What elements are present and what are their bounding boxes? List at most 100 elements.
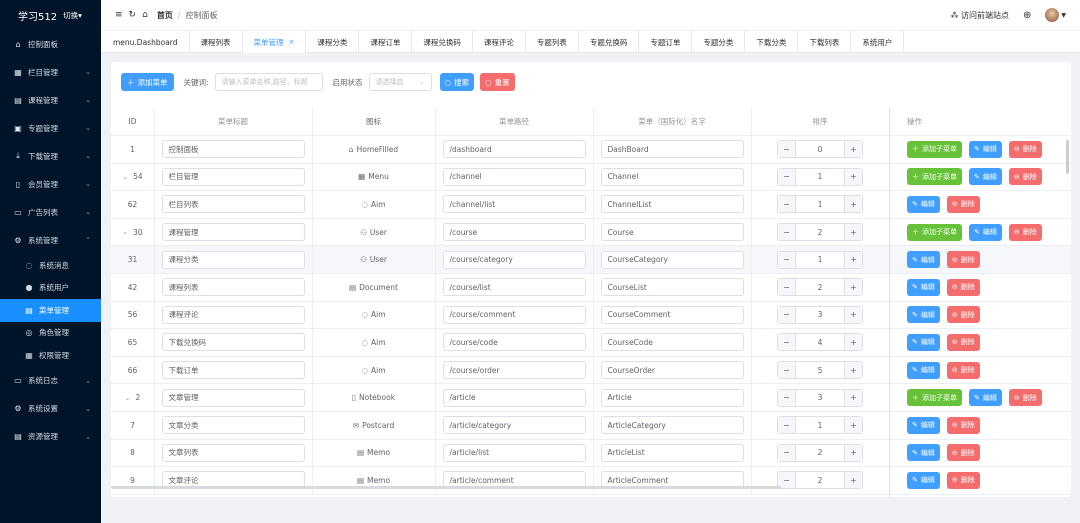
status-select[interactable]: 请选择启 ⌄ bbox=[368, 73, 432, 91]
sort-stepper[interactable]: −1 + bbox=[777, 250, 863, 269]
minus-icon[interactable]: − bbox=[778, 168, 796, 185]
menu-toggle-icon[interactable]: ≡ bbox=[115, 10, 123, 20]
plus-icon[interactable]: + bbox=[844, 141, 862, 158]
add-menu-button[interactable]: ＋添加菜单 bbox=[121, 73, 174, 91]
expand-icon[interactable]: ⌄ bbox=[125, 394, 131, 402]
delete-button[interactable]: ⊖ 删除 bbox=[1008, 168, 1042, 186]
sidebar-item-ad[interactable]: ▭ 广告列表 ⌄ bbox=[0, 198, 101, 226]
minus-icon[interactable]: − bbox=[778, 141, 796, 158]
sort-value[interactable]: 0 bbox=[796, 145, 844, 154]
path-input[interactable]: /channel/list bbox=[442, 195, 586, 214]
search-button[interactable]: ○ 搜索 bbox=[439, 73, 475, 91]
tab-0[interactable]: menu.Dashboard bbox=[101, 31, 190, 53]
plus-icon[interactable]: + bbox=[844, 306, 862, 323]
path-input[interactable]: /course/category bbox=[442, 250, 586, 269]
language-globe-icon[interactable]: ⊕ bbox=[1023, 10, 1031, 21]
title-input[interactable]: 下载订单 bbox=[161, 361, 305, 380]
name-input[interactable]: ArticleList bbox=[600, 443, 744, 462]
sidebar-subitem-user[interactable]: ● 系统用户 bbox=[0, 277, 101, 300]
plus-icon[interactable]: + bbox=[844, 224, 862, 241]
title-input[interactable]: 课程分类 bbox=[161, 250, 305, 269]
sidebar-subitem-role[interactable]: ◎ 角色管理 bbox=[0, 322, 101, 345]
delete-button[interactable]: ⊖ 删除 bbox=[1008, 140, 1042, 158]
sort-value[interactable]: 1 bbox=[796, 421, 844, 430]
tab-7[interactable]: 专题列表 bbox=[526, 31, 579, 53]
add-child-button[interactable]: ＋添加子菜单 bbox=[907, 389, 962, 407]
minus-icon[interactable]: − bbox=[778, 251, 796, 268]
sort-stepper[interactable]: −4 + bbox=[777, 333, 863, 352]
close-icon[interactable]: × bbox=[289, 38, 295, 46]
minus-icon[interactable]: − bbox=[778, 362, 796, 379]
path-input[interactable]: /course/order bbox=[442, 361, 586, 380]
path-input[interactable]: /article/category bbox=[442, 416, 586, 435]
tab-9[interactable]: 专题订单 bbox=[639, 31, 693, 53]
name-input[interactable]: CourseOrder bbox=[600, 361, 744, 380]
tab-12[interactable]: 下载列表 bbox=[798, 31, 852, 53]
keyword-search-input[interactable]: 请输入菜单名称,路径、标题 bbox=[214, 73, 323, 91]
tab-10[interactable]: 专题分类 bbox=[692, 31, 746, 53]
sort-value[interactable]: 2 bbox=[796, 283, 844, 292]
minus-icon[interactable]: − bbox=[778, 224, 796, 241]
path-input[interactable]: /article/list bbox=[442, 443, 586, 462]
sort-stepper[interactable]: −3 + bbox=[777, 305, 863, 324]
edit-button[interactable]: ✎ 编辑 bbox=[969, 223, 1002, 241]
sort-stepper[interactable]: −1 + bbox=[777, 416, 863, 435]
vertical-scrollbar[interactable] bbox=[1066, 140, 1069, 174]
sidebar-item-member[interactable]: ▯ 会员管理 ⌄ bbox=[0, 170, 101, 198]
name-input[interactable]: DashBoard bbox=[600, 140, 744, 159]
name-input[interactable]: CourseCategory bbox=[600, 250, 744, 269]
visit-site-link[interactable]: ⁂ 访问前端站点 bbox=[950, 10, 1009, 21]
tab-11[interactable]: 下载分类 bbox=[745, 31, 799, 53]
sidebar-item-topic[interactable]: ▣ 专题管理 ⌄ bbox=[0, 114, 101, 142]
edit-button[interactable]: ✎ 编辑 bbox=[907, 444, 940, 462]
delete-button[interactable]: ⊖ 删除 bbox=[1008, 223, 1042, 241]
plus-icon[interactable]: + bbox=[844, 444, 862, 461]
title-input[interactable]: 文章列表 bbox=[161, 443, 305, 462]
sidebar-item-home[interactable]: ⌂ 控制面板 bbox=[0, 30, 101, 58]
plus-icon[interactable]: + bbox=[844, 279, 862, 296]
path-input[interactable]: /course/code bbox=[442, 333, 586, 352]
sort-value[interactable]: 3 bbox=[796, 310, 844, 319]
path-input[interactable]: /course bbox=[442, 223, 586, 242]
plus-icon[interactable]: + bbox=[844, 251, 862, 268]
sort-value[interactable]: 2 bbox=[796, 228, 844, 237]
sort-value[interactable]: 1 bbox=[796, 200, 844, 209]
minus-icon[interactable]: − bbox=[778, 306, 796, 323]
expand-icon[interactable]: ⌄ bbox=[122, 173, 128, 181]
sidebar-subitem-menu[interactable]: ▤ 菜单管理 bbox=[0, 299, 101, 322]
sidebar-subitem-message[interactable]: ◌ 系统消息 bbox=[0, 254, 101, 277]
title-input[interactable]: 下载兑换码 bbox=[161, 333, 305, 352]
name-input[interactable]: Course bbox=[600, 223, 744, 242]
home-icon[interactable]: ⌂ bbox=[142, 10, 148, 20]
title-input[interactable]: 课程评论 bbox=[161, 305, 305, 324]
sidebar-subitem-permission[interactable]: ▦ 权限管理 bbox=[0, 344, 101, 367]
title-input[interactable]: 控制面板 bbox=[161, 140, 305, 159]
edit-button[interactable]: ✎ 编辑 bbox=[907, 251, 940, 269]
sort-value[interactable]: 3 bbox=[796, 393, 844, 402]
sort-stepper[interactable]: −5 + bbox=[777, 361, 863, 380]
minus-icon[interactable]: − bbox=[778, 279, 796, 296]
tab-6[interactable]: 课程评论 bbox=[473, 31, 526, 53]
name-input[interactable]: CourseCode bbox=[600, 333, 744, 352]
sort-value[interactable]: 2 bbox=[796, 448, 844, 457]
sort-value[interactable]: 5 bbox=[796, 366, 844, 375]
plus-icon[interactable]: + bbox=[844, 362, 862, 379]
title-input[interactable]: 课程管理 bbox=[161, 223, 305, 242]
delete-button[interactable]: ⊖ 删除 bbox=[1008, 389, 1042, 407]
minus-icon[interactable]: − bbox=[778, 196, 796, 213]
edit-button[interactable]: ✎ 编辑 bbox=[907, 306, 940, 324]
edit-button[interactable]: ✎ 编辑 bbox=[907, 361, 940, 379]
plus-icon[interactable]: + bbox=[844, 168, 862, 185]
delete-button[interactable]: ⊖ 删除 bbox=[946, 444, 980, 462]
minus-icon[interactable]: − bbox=[778, 389, 796, 406]
name-input[interactable]: ChannelList bbox=[600, 195, 744, 214]
add-child-button[interactable]: ＋添加子菜单 bbox=[907, 168, 962, 186]
title-input[interactable]: 栏目管理 bbox=[161, 167, 305, 186]
delete-button[interactable]: ⊖ 删除 bbox=[946, 195, 980, 213]
sidebar-item-settings[interactable]: ⚙ 系统管理 ⌃ bbox=[0, 226, 101, 254]
edit-button[interactable]: ✎ 编辑 bbox=[969, 140, 1002, 158]
refresh-icon[interactable]: ↻ bbox=[129, 10, 137, 20]
name-input[interactable]: CourseComment bbox=[600, 305, 744, 324]
plus-icon[interactable]: + bbox=[844, 389, 862, 406]
tab-3[interactable]: 课程分类 bbox=[306, 31, 360, 53]
